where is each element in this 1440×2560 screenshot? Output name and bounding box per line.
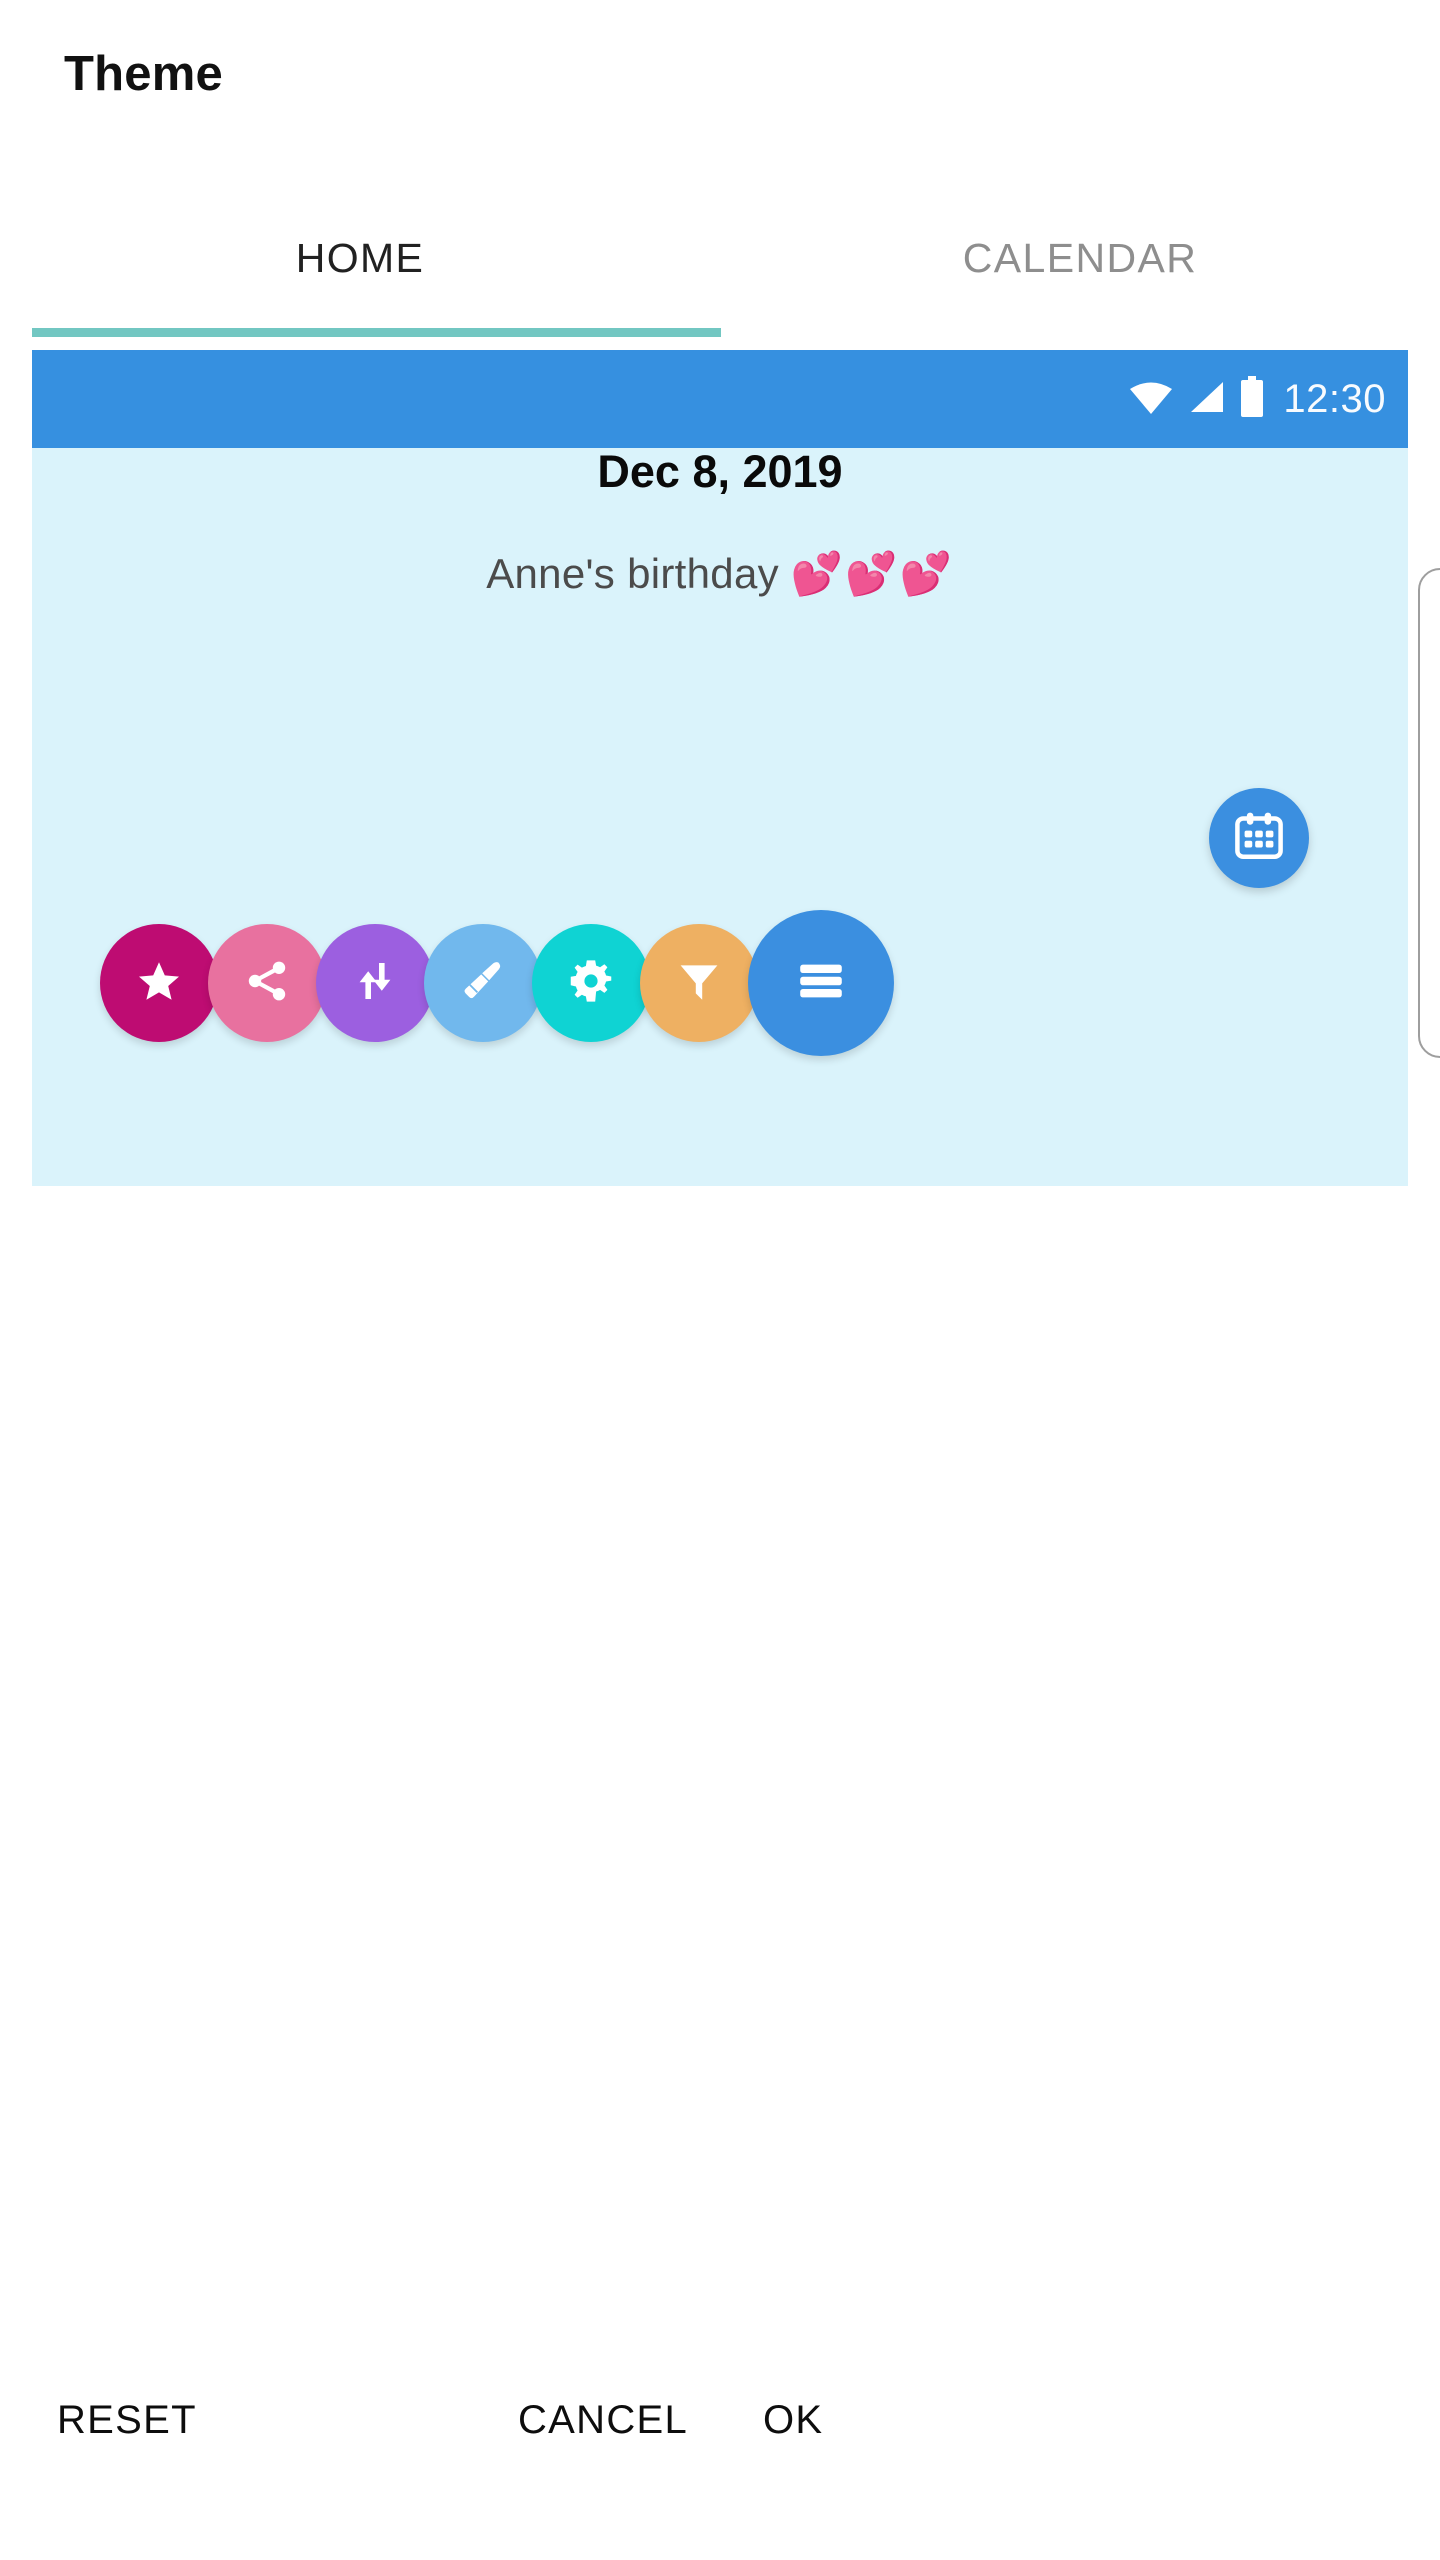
tab-home-label: HOME	[295, 234, 425, 281]
star-icon	[135, 957, 183, 1010]
tab-bar: HOME CALENDAR	[0, 186, 1440, 337]
battery-icon	[1239, 375, 1265, 423]
settings-button[interactable]	[532, 924, 650, 1042]
dialog-action-bar: RESET CANCEL OK	[0, 2372, 1440, 2492]
tab-calendar[interactable]: CALENDAR	[720, 186, 1440, 330]
gear-icon	[567, 957, 615, 1010]
brush-icon	[459, 957, 507, 1010]
preview-date: Dec 8, 2019	[597, 446, 843, 497]
preview-event-emoji: 💕💕💕	[790, 550, 954, 597]
ok-button[interactable]: OK	[763, 2372, 823, 2468]
menu-button[interactable]	[748, 910, 894, 1056]
preview-event-text: Anne's birthday	[486, 550, 779, 597]
theme-preview-card: 12:30 Dec 8, 2019 Anne's birthday 💕💕💕	[32, 350, 1408, 1186]
theme-settings-screen: Theme HOME CALENDAR 12:30 Dec 8, 2019 An…	[0, 0, 1440, 2560]
tab-calendar-label: CALENDAR	[962, 234, 1198, 281]
reset-button-label: RESET	[57, 2397, 197, 2442]
wifi-icon	[1129, 380, 1173, 419]
theme-color-button-row	[32, 910, 1408, 1070]
reset-button[interactable]: RESET	[57, 2372, 197, 2468]
menu-icon	[792, 952, 850, 1015]
tab-home[interactable]: HOME	[0, 186, 720, 330]
status-bar-clock: 12:30	[1283, 376, 1386, 421]
preview-status-bar: 12:30	[32, 350, 1408, 448]
preview-event: Anne's birthday 💕💕💕	[32, 550, 1408, 599]
status-icons	[1129, 375, 1265, 423]
filter-button[interactable]	[640, 924, 758, 1042]
brush-button[interactable]	[424, 924, 542, 1042]
cancel-button[interactable]: CANCEL	[518, 2372, 688, 2468]
share-icon	[243, 957, 291, 1010]
calendar-icon	[1232, 809, 1286, 868]
ok-button-label: OK	[763, 2397, 824, 2442]
favorite-button[interactable]	[100, 924, 218, 1042]
sort-button[interactable]	[316, 924, 434, 1042]
share-button[interactable]	[208, 924, 326, 1042]
filter-icon	[675, 957, 723, 1010]
calendar-fab[interactable]	[1209, 788, 1309, 888]
sort-icon	[351, 957, 399, 1010]
edge-panel-sliver	[1418, 568, 1440, 1058]
signal-icon	[1187, 380, 1225, 419]
tab-active-indicator	[32, 328, 721, 337]
cancel-button-label: CANCEL	[518, 2397, 689, 2442]
page-title: Theme	[64, 47, 223, 101]
